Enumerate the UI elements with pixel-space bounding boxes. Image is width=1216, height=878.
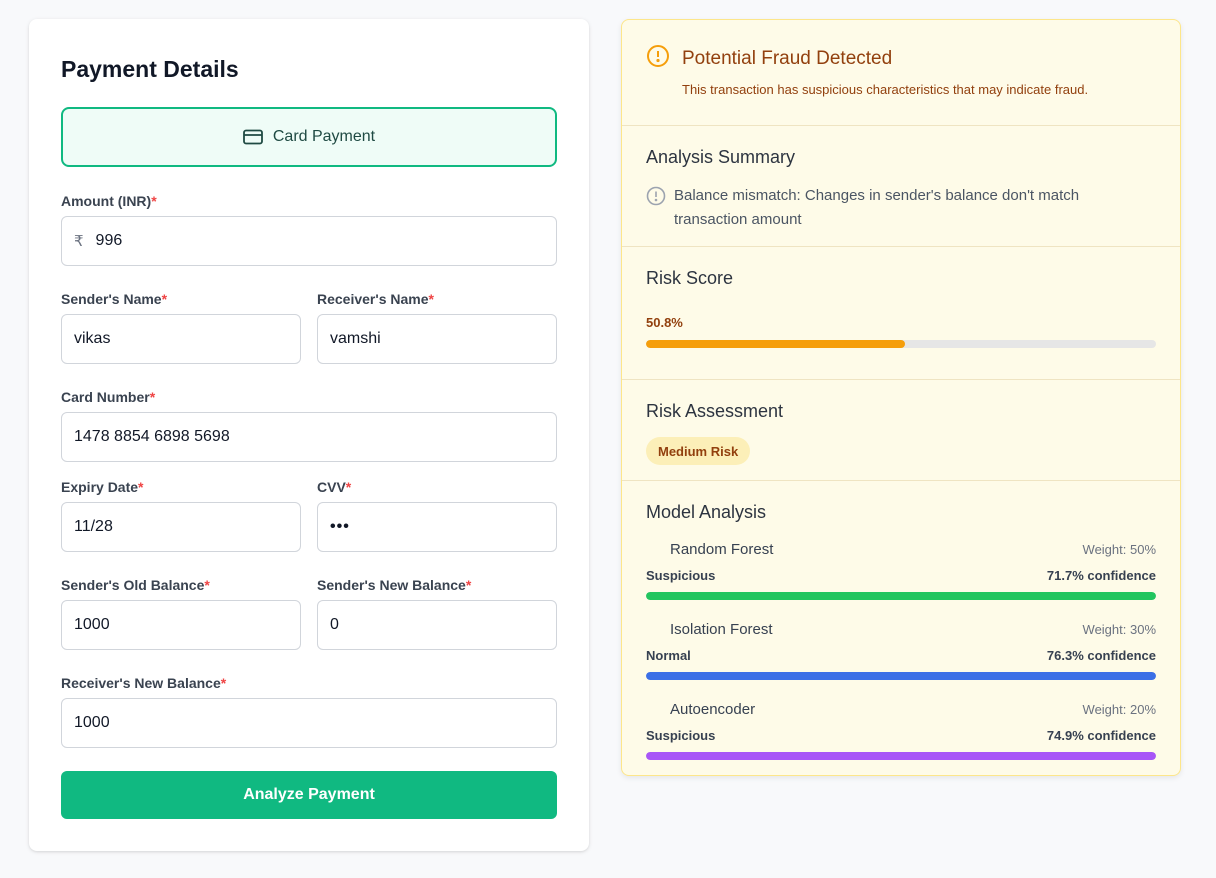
risk-assessment-section: Risk Assessment Medium Risk	[622, 379, 1180, 480]
receiver-name-label: Receiver's Name*	[317, 291, 434, 307]
sender-new-balance-input[interactable]: 0	[317, 600, 557, 650]
sender-old-balance-label: Sender's Old Balance*	[61, 577, 210, 593]
analyze-payment-button[interactable]: Analyze Payment	[61, 771, 557, 819]
risk-score-title: Risk Score	[646, 268, 734, 288]
summary-item-text: Balance mismatch: Changes in sender's ba…	[674, 187, 1080, 228]
card-payment-button[interactable]: Card Payment	[61, 107, 557, 167]
model-analysis-title: Model Analysis	[646, 502, 767, 522]
risk-score-section: Risk Score 50.8%	[622, 246, 1180, 379]
receiver-name-field-group: Receiver's Name* vamshi	[317, 291, 557, 364]
model-weight: Weight: 50%	[1082, 542, 1156, 557]
sender-new-balance-label: Sender's New Balance*	[317, 577, 472, 593]
receiver-new-balance-input[interactable]: 1000	[61, 698, 557, 748]
receiver-new-balance-field-group: Receiver's New Balance* 1000	[61, 675, 557, 748]
risk-level-badge: Medium Risk	[646, 437, 751, 465]
model-confidence: 74.9% confidence	[1046, 728, 1156, 743]
model-bar	[646, 752, 1156, 760]
receiver-new-balance-label: Receiver's New Balance*	[61, 675, 227, 691]
sender-name-input[interactable]: vikas	[61, 314, 301, 364]
model-weight: Weight: 30%	[1082, 622, 1156, 637]
alert-circle-icon	[646, 44, 670, 73]
info-circle-icon	[646, 184, 666, 211]
sender-name-label: Sender's Name*	[61, 291, 168, 307]
sender-old-balance-field-group: Sender's Old Balance* 1000	[61, 577, 301, 650]
fraud-result-card: Potential Fraud Detected This transactio…	[621, 19, 1181, 776]
cvv-input[interactable]: •••	[317, 502, 557, 552]
model-weight: Weight: 20%	[1082, 702, 1156, 717]
model-analysis-section: Model Analysis Random Forest Weight: 50%…	[622, 480, 1180, 775]
card-number-label: Card Number*	[61, 389, 156, 405]
model-verdict: Normal	[646, 648, 691, 663]
expiry-label: Expiry Date*	[61, 479, 144, 495]
model-confidence: 71.7% confidence	[1046, 568, 1156, 583]
risk-assessment-title: Risk Assessment	[646, 401, 784, 421]
model-verdict: Suspicious	[646, 728, 716, 743]
risk-score-bar-fill	[646, 340, 906, 348]
model-name: Autoencoder	[670, 701, 756, 718]
model-bar	[646, 672, 1156, 680]
model-bar-fill	[646, 752, 1156, 760]
receiver-name-input[interactable]: vamshi	[317, 314, 557, 364]
amount-label: Amount (INR)*	[61, 193, 157, 209]
credit-card-icon	[242, 129, 263, 145]
amount-field-group: Amount (INR)* ₹ 996	[61, 193, 557, 266]
risk-score-bar	[646, 340, 1156, 348]
cvv-field-group: CVV* •••	[317, 479, 557, 552]
model-confidence: 76.3% confidence	[1046, 648, 1156, 663]
sender-name-field-group: Sender's Name* vikas	[61, 291, 301, 364]
card-payment-label: Card Payment	[272, 128, 376, 145]
card-number-field-group: Card Number* 1478 8854 6898 5698	[61, 389, 557, 462]
model-verdict: Suspicious	[646, 568, 716, 583]
sender-new-balance-field-group: Sender's New Balance* 0	[317, 577, 557, 650]
amount-value: 996	[95, 232, 123, 249]
rupee-icon: ₹	[74, 233, 84, 250]
expiry-field-group: Expiry Date* 11/28	[61, 479, 301, 552]
sender-old-balance-input[interactable]: 1000	[61, 600, 301, 650]
alert-title: Potential Fraud Detected	[682, 48, 893, 69]
risk-score-value: 50.8%	[646, 315, 683, 330]
model-bar	[646, 592, 1156, 600]
model-bar-fill	[646, 672, 1156, 680]
model-bar-fill	[646, 592, 1156, 600]
model-name: Random Forest	[670, 541, 774, 558]
cvv-label: CVV*	[317, 479, 352, 495]
payment-form-card: Payment Details Card Payment Amount (INR…	[29, 19, 589, 851]
model-name: Isolation Forest	[670, 621, 773, 638]
analysis-summary-title: Analysis Summary	[646, 147, 796, 167]
page-title: Payment Details	[61, 56, 239, 82]
expiry-input[interactable]: 11/28	[61, 502, 301, 552]
alert-description: This transaction has suspicious characte…	[682, 82, 1089, 97]
card-number-input[interactable]: 1478 8854 6898 5698	[61, 412, 557, 462]
amount-input[interactable]: ₹ 996	[61, 216, 557, 266]
analysis-summary-section: Analysis Summary Balance mismatch: Chang…	[622, 125, 1180, 246]
